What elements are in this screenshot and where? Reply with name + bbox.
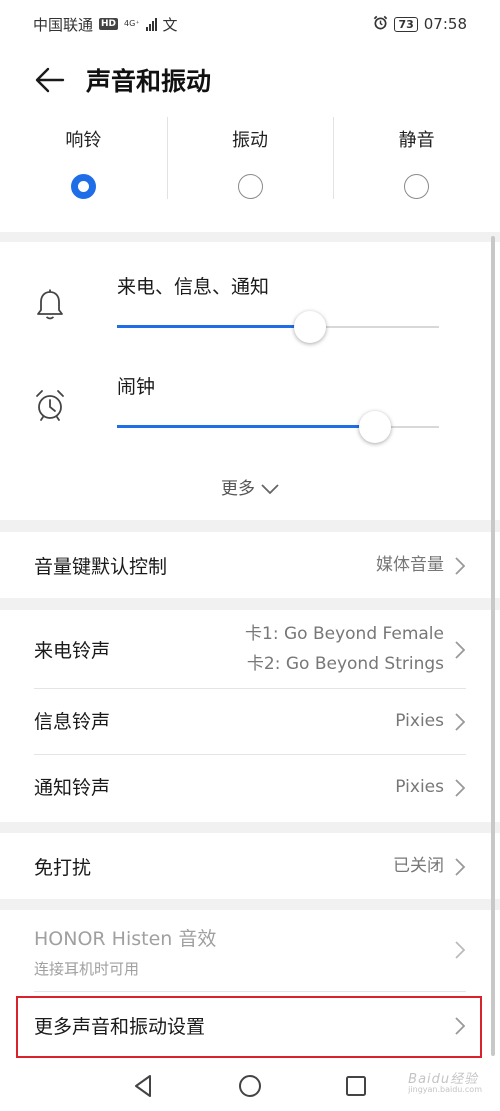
more-label: 更多 xyxy=(221,479,255,499)
row-value-sim2: 卡2: Go Beyond Strings xyxy=(246,654,444,674)
row-value: Pixies xyxy=(395,711,444,731)
scrollbar[interactable] xyxy=(491,236,495,1056)
page-title: 声音和振动 xyxy=(86,67,212,96)
alarm-clock-icon xyxy=(36,390,64,421)
volume-row-alarm: 闹钟 xyxy=(0,370,500,460)
mode-label: 振动 xyxy=(232,130,268,151)
row-value: Pixies xyxy=(395,777,444,797)
slider-fill xyxy=(117,425,375,428)
chevron-down-icon xyxy=(261,479,279,499)
row-value-sim1: 卡1: Go Beyond Female xyxy=(245,624,444,644)
volume-key-card: 音量键默认控制 媒体音量 xyxy=(0,532,500,598)
chevron-right-icon xyxy=(455,1017,466,1035)
volume-row-ringer: 来电、信息、通知 xyxy=(0,270,500,360)
mode-silent[interactable]: 静音 xyxy=(333,112,500,232)
battery-icon: 73 xyxy=(394,16,418,32)
volume-label-ringer: 来电、信息、通知 xyxy=(117,276,270,298)
header: 声音和振动 xyxy=(0,48,500,112)
row-title: 来电铃声 xyxy=(34,640,111,662)
baidu-watermark: Baidu经验 jingyan.baidu.com xyxy=(408,1068,482,1094)
carrier-name: 中国联通 xyxy=(33,15,94,34)
more-sound-settings-row[interactable]: 更多声音和振动设置 xyxy=(0,996,500,1058)
sound-mode-selector: 响铃 振动 静音 xyxy=(0,112,500,232)
divider xyxy=(34,991,466,992)
ringtone-card: 来电铃声 卡1: Go Beyond Female 卡2: Go Beyond … xyxy=(0,610,500,822)
clock-time: 07:58 xyxy=(423,15,467,33)
chevron-right-icon xyxy=(455,713,466,731)
mode-ring[interactable]: 响铃 xyxy=(0,112,167,232)
do-not-disturb-row[interactable]: 免打扰 已关闭 xyxy=(0,833,500,899)
chevron-right-icon xyxy=(455,779,466,797)
row-title: 免打扰 xyxy=(34,857,92,879)
back-triangle-icon[interactable] xyxy=(130,1072,158,1100)
radio-vibrate[interactable] xyxy=(237,174,263,199)
dnd-card: 免打扰 已关闭 xyxy=(0,833,500,899)
hd-badge: HD xyxy=(99,18,119,30)
row-value: 媒体音量 xyxy=(376,555,444,575)
slider-thumb[interactable] xyxy=(358,411,391,443)
watermark-sub: jingyan.baidu.com xyxy=(408,1085,482,1094)
ringer-volume-slider[interactable] xyxy=(117,310,439,344)
advanced-card: HONOR Histen 音效 连接耳机时可用 更多声音和振动设置 xyxy=(0,910,500,1060)
radio-silent[interactable] xyxy=(404,174,430,199)
volume-card: 来电、信息、通知 闹钟 更多 xyxy=(0,242,500,520)
ringtone-row[interactable]: 来电铃声 卡1: Go Beyond Female 卡2: Go Beyond … xyxy=(0,610,500,688)
status-bar: 中国联通 HD 4G⁺ 文 73 07:58 xyxy=(0,0,500,48)
bell-icon xyxy=(37,289,63,320)
signal-icon xyxy=(145,17,157,31)
chevron-right-icon xyxy=(455,557,466,575)
slider-thumb[interactable] xyxy=(294,311,327,343)
volume-label-alarm: 闹钟 xyxy=(117,376,156,398)
row-title: 通知铃声 xyxy=(34,777,111,799)
radio-ring[interactable] xyxy=(70,174,96,199)
chevron-right-icon xyxy=(455,941,466,959)
notification-tone-row[interactable]: 通知铃声 Pixies xyxy=(0,755,500,821)
chevron-right-icon xyxy=(455,858,466,876)
alarm-icon xyxy=(373,15,388,34)
row-title: 音量键默认控制 xyxy=(34,556,168,578)
row-title: 更多声音和振动设置 xyxy=(34,1016,206,1038)
mode-label: 静音 xyxy=(398,130,435,151)
slider-fill xyxy=(117,325,311,328)
row-title: 信息铃声 xyxy=(34,711,111,733)
row-value: 已关闭 xyxy=(393,856,444,876)
status-right: 73 07:58 xyxy=(373,15,467,34)
page: 中国联通 HD 4G⁺ 文 73 07:58 声音和振动 响铃 振动 静音 来电… xyxy=(0,0,500,1111)
more-volume-button[interactable]: 更多 xyxy=(0,474,500,499)
back-button[interactable] xyxy=(32,62,68,98)
network-type: 4G⁺ xyxy=(124,19,140,28)
chevron-right-icon xyxy=(455,641,466,659)
input-method-icon: 文 xyxy=(162,15,178,34)
message-tone-row[interactable]: 信息铃声 Pixies xyxy=(0,689,500,754)
histen-effects-row: HONOR Histen 音效 连接耳机时可用 xyxy=(0,910,500,990)
home-circle-icon[interactable] xyxy=(236,1072,264,1100)
status-left: 中国联通 HD 4G⁺ 文 xyxy=(33,14,178,35)
row-title: HONOR Histen 音效 xyxy=(34,928,217,950)
row-subtitle: 连接耳机时可用 xyxy=(34,960,140,978)
arrow-left-icon xyxy=(35,67,65,93)
mode-vibrate[interactable]: 振动 xyxy=(166,112,334,232)
volume-key-control-row[interactable]: 音量键默认控制 媒体音量 xyxy=(0,532,500,598)
mode-label: 响铃 xyxy=(65,130,102,151)
recents-square-icon[interactable] xyxy=(342,1072,370,1100)
alarm-volume-slider[interactable] xyxy=(117,410,439,444)
